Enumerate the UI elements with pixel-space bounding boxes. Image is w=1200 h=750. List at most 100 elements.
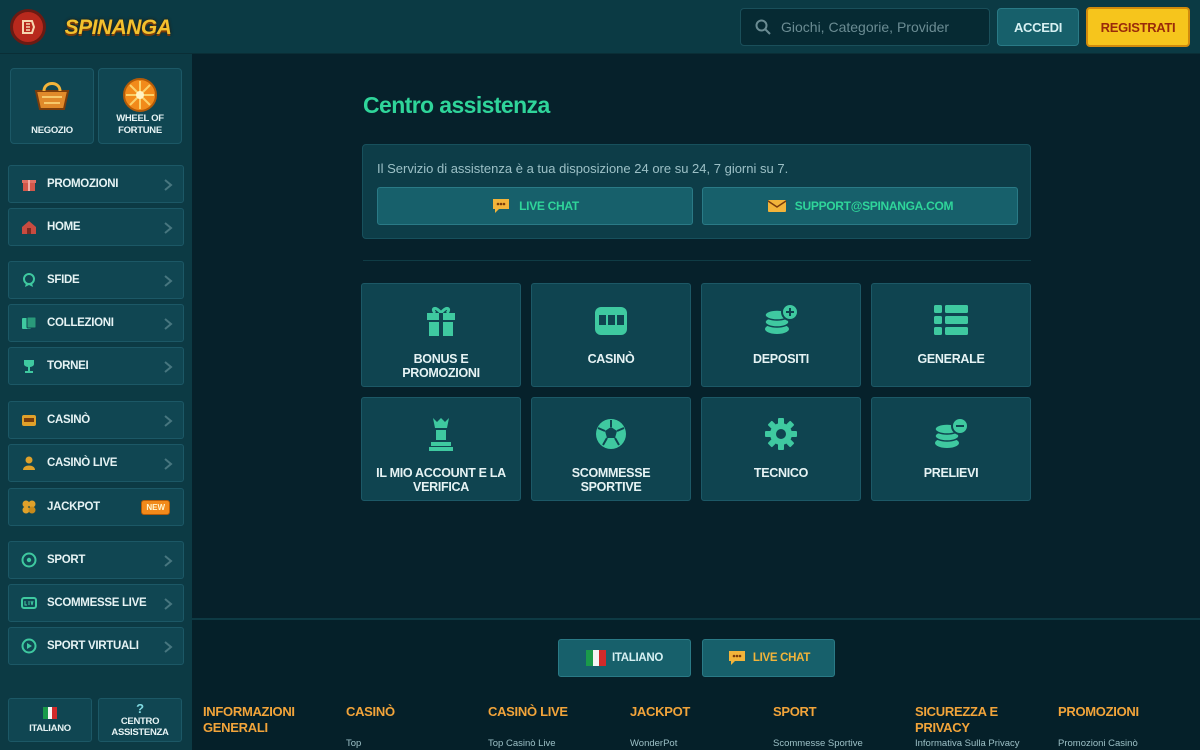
footer-link[interactable]: Promozioni Casinò bbox=[1058, 738, 1138, 749]
footer-column-title: SICUREZZA E PRIVACY bbox=[915, 704, 998, 735]
footer-link[interactable]: Top Casinò Live bbox=[488, 738, 556, 749]
chevron-right-icon bbox=[164, 641, 173, 653]
email-support-button[interactable]: SUPPORT@SPINANGA.COM bbox=[702, 187, 1018, 225]
footer-column-title: JACKPOT bbox=[630, 704, 691, 719]
sidebar-tile-wheel[interactable]: WHEEL OF FORTUNE bbox=[98, 68, 182, 144]
top-header: SPINANGA ACCEDI REGISTRATI bbox=[0, 0, 1200, 54]
category-card-label: PRELIEVI bbox=[923, 466, 979, 480]
sidebar-item-casino[interactable]: CASINÒ bbox=[8, 401, 184, 439]
sidebar-item-scommesse-live[interactable]: SCOMMESSE LIVE bbox=[8, 584, 184, 622]
logo-text: SPINANGA bbox=[64, 16, 172, 39]
category-card-scommesse[interactable]: SCOMMESSE SPORTIVE bbox=[531, 397, 691, 501]
ball-icon bbox=[21, 552, 37, 568]
page-title: Centro assistenza bbox=[363, 92, 550, 118]
sidebar-item-label: SPORT bbox=[47, 554, 86, 566]
sidebar-item-label: SCOMMESSE LIVE bbox=[47, 597, 147, 609]
search-icon bbox=[755, 19, 771, 35]
category-card-bonus[interactable]: BONUS E PROMOZIONI bbox=[361, 283, 521, 387]
search-input[interactable] bbox=[781, 19, 981, 35]
gear-icon bbox=[765, 418, 797, 450]
sidebar-item-tornei[interactable]: TORNEI bbox=[8, 347, 184, 385]
chevron-right-icon bbox=[164, 275, 173, 287]
sidebar-item-promozioni[interactable]: PROMOZIONI bbox=[8, 165, 184, 203]
italy-flag-icon bbox=[585, 650, 606, 666]
footer: ITALIANO LIVE CHAT INFORMAZIONI GENERALI… bbox=[192, 618, 1200, 750]
footer-language-label: ITALIANO bbox=[611, 652, 664, 664]
search-box[interactable] bbox=[740, 8, 990, 46]
sidebar-item-label: SFIDE bbox=[47, 274, 80, 286]
category-card-label: TECNICO bbox=[753, 466, 809, 480]
sidebar-item-label: COLLEZIONI bbox=[47, 317, 114, 329]
sidebar-bottom-bar: ITALIANO ? CENTRO ASSISTENZA bbox=[0, 682, 192, 750]
chevron-right-icon bbox=[164, 555, 173, 567]
sidebar-help-label: CENTRO ASSISTENZA bbox=[111, 715, 169, 738]
site-logo[interactable]: SPINANGA bbox=[65, 8, 172, 48]
email-label: SUPPORT@SPINANGA.COM bbox=[794, 199, 954, 213]
footer-link[interactable]: Top bbox=[346, 738, 361, 749]
category-card-prelievi[interactable]: PRELIEVI bbox=[871, 397, 1031, 501]
italy-flag-icon bbox=[43, 706, 57, 719]
chevron-right-icon bbox=[164, 318, 173, 330]
sidebar-language-label: ITALIANO bbox=[29, 722, 71, 734]
footer-column: PROMOZIONI bbox=[1058, 704, 1188, 720]
footer-link[interactable]: Scommesse Sportive bbox=[773, 738, 863, 749]
sidebar-tile-shop[interactable]: NEGOZIO bbox=[10, 68, 94, 144]
category-card-account[interactable]: IL MIO ACCOUNT E LA VERIFICA bbox=[361, 397, 521, 501]
footer-live-chat-button[interactable]: LIVE CHAT bbox=[702, 639, 835, 677]
footer-column: CASINÒ bbox=[346, 704, 476, 720]
help-icon: ? bbox=[136, 700, 144, 716]
footer-link[interactable]: WonderPot bbox=[630, 738, 677, 749]
chevron-right-icon bbox=[164, 222, 173, 234]
login-button[interactable]: ACCEDI bbox=[997, 8, 1079, 46]
menu-icon[interactable] bbox=[10, 9, 46, 45]
support-info-box: Il Servizio di assistenza è a tua dispos… bbox=[362, 144, 1031, 239]
sidebar-item-casino-live[interactable]: CASINÒ LIVE bbox=[8, 444, 184, 482]
dealer-icon bbox=[21, 455, 37, 471]
support-info-text: Il Servizio di assistenza è a tua dispos… bbox=[377, 161, 789, 176]
sidebar-tile-label: WHEEL OF FORTUNE bbox=[116, 113, 164, 136]
footer-column-title: CASINÒ LIVE bbox=[488, 704, 568, 719]
category-card-label: CASINÒ bbox=[587, 352, 635, 366]
sidebar-item-label: CASINÒ LIVE bbox=[47, 457, 118, 469]
chevron-right-icon bbox=[164, 598, 173, 610]
sidebar-item-sport-virtuali[interactable]: SPORT VIRTUALI bbox=[8, 627, 184, 665]
footer-column: SICUREZZA E PRIVACY bbox=[915, 704, 1055, 736]
wheel-icon bbox=[123, 78, 157, 112]
footer-column: JACKPOT bbox=[630, 704, 760, 720]
sidebar-item-home[interactable]: HOME bbox=[8, 208, 184, 246]
footer-link[interactable]: Informativa Sulla Privacy bbox=[915, 738, 1020, 749]
chat-icon bbox=[728, 651, 745, 665]
slot-icon bbox=[21, 412, 37, 428]
envelope-icon bbox=[767, 200, 787, 212]
sidebar-item-sport[interactable]: SPORT bbox=[8, 541, 184, 579]
chat-icon bbox=[493, 199, 510, 213]
footer-language-button[interactable]: ITALIANO bbox=[558, 639, 691, 677]
category-card-tecnico[interactable]: TECNICO bbox=[701, 397, 861, 501]
sidebar-item-collezioni[interactable]: COLLEZIONI bbox=[8, 304, 184, 342]
sidebar-language-button[interactable]: ITALIANO bbox=[8, 698, 92, 742]
register-button[interactable]: REGISTRATI bbox=[1086, 7, 1190, 47]
category-card-label: DEPOSITI bbox=[753, 352, 809, 366]
sidebar-item-jackpot[interactable]: JACKPOT NEW bbox=[8, 488, 184, 526]
gift-icon bbox=[21, 176, 37, 192]
footer-column-title: PROMOZIONI bbox=[1058, 704, 1139, 719]
category-card-casino[interactable]: CASINÒ bbox=[531, 283, 691, 387]
sidebar-help-button[interactable]: ? CENTRO ASSISTENZA bbox=[98, 698, 182, 742]
football-icon bbox=[596, 419, 626, 449]
category-card-depositi[interactable]: DEPOSITI bbox=[701, 283, 861, 387]
live-chat-button[interactable]: LIVE CHAT bbox=[377, 187, 693, 225]
sidebar-item-sfide[interactable]: SFIDE bbox=[8, 261, 184, 299]
sidebar-item-label: HOME bbox=[47, 221, 81, 233]
footer-column-title: INFORMAZIONI GENERALI bbox=[203, 704, 295, 735]
live-icon bbox=[21, 595, 37, 611]
footer-live-chat-label: LIVE CHAT bbox=[752, 652, 811, 664]
section-divider bbox=[363, 260, 1031, 261]
coins-plus-icon bbox=[764, 303, 799, 334]
chevron-right-icon bbox=[164, 458, 173, 470]
footer-column: INFORMAZIONI GENERALI bbox=[203, 704, 333, 736]
new-badge: NEW bbox=[141, 500, 170, 515]
category-card-label: BONUS E PROMOZIONI bbox=[402, 352, 480, 380]
category-card-generale[interactable]: GENERALE bbox=[871, 283, 1031, 387]
footer-column: CASINÒ LIVE bbox=[488, 704, 618, 720]
chevron-right-icon bbox=[164, 179, 173, 191]
